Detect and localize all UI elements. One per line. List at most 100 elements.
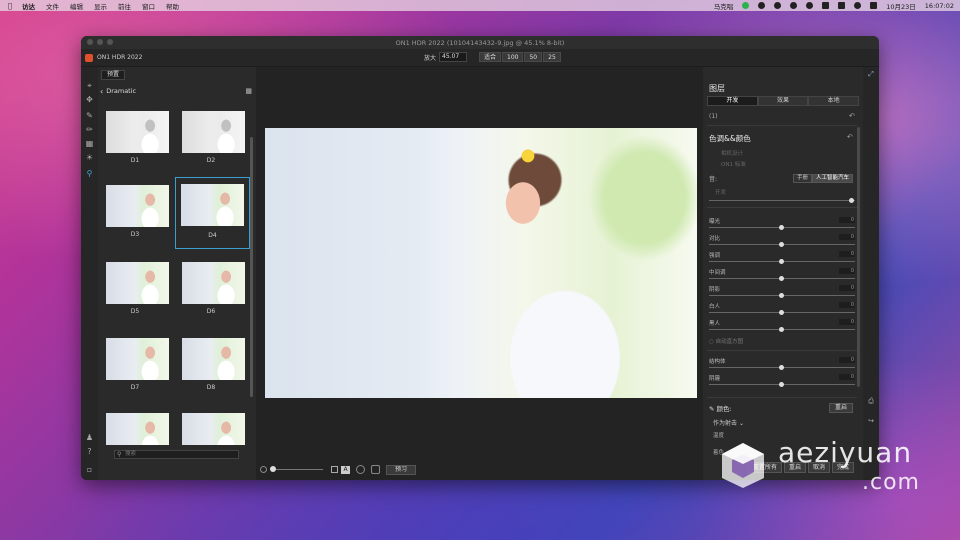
slider-value[interactable]: 0 — [839, 285, 855, 291]
slider-knob[interactable] — [779, 327, 784, 332]
user-icon[interactable]: ♟ — [85, 433, 94, 442]
chat-icon[interactable] — [806, 2, 814, 9]
zoom-tool-icon[interactable]: ⚲ — [85, 169, 94, 178]
input-method-label[interactable]: 马克唱 — [714, 1, 734, 11]
mask-brush-icon[interactable]: ✏ — [85, 125, 94, 134]
tab-effects[interactable]: 效果 — [757, 96, 809, 106]
slider-knob[interactable] — [779, 382, 784, 387]
gradient-icon[interactable]: ▦ — [85, 139, 94, 148]
grid-view-icon[interactable]: ▦ — [245, 87, 252, 95]
slider-value[interactable]: 0 — [839, 268, 855, 274]
move-icon[interactable]: ✥ — [85, 95, 94, 104]
bluetooth-icon[interactable] — [822, 2, 830, 9]
tab-develop[interactable]: 开发 — [707, 96, 758, 106]
slider-track[interactable] — [709, 200, 855, 201]
slider-value[interactable]: 0 — [839, 234, 855, 240]
right-icon-strip: ⤢ ⎙ ↪ — [863, 67, 879, 480]
slider-value[interactable]: 0 — [839, 374, 855, 380]
image-canvas[interactable]: A 预习 — [256, 67, 703, 480]
preset-search-input[interactable]: ⚲ 搜索 — [114, 450, 239, 459]
compare-circle-icon[interactable] — [260, 466, 267, 473]
menu-file[interactable]: 文件 — [46, 1, 59, 11]
pause-icon[interactable] — [774, 2, 782, 9]
square-icon[interactable] — [331, 466, 338, 473]
menu-go[interactable]: 前往 — [118, 1, 131, 11]
white-balance-select[interactable]: 作为射击 ⌄ — [713, 418, 744, 427]
auto-box-icon[interactable]: A — [341, 465, 350, 474]
preset-thumb-d3[interactable]: D3 — [100, 181, 170, 253]
zoom-field[interactable]: 45.07 — [439, 52, 468, 62]
preset-thumb-d7[interactable]: D7 — [100, 334, 170, 406]
back-chevron-icon[interactable]: ‹ — [100, 87, 103, 96]
print-icon[interactable]: ⎙ — [867, 397, 875, 405]
help-icon[interactable]: ? — [85, 447, 94, 456]
preset-thumb-d4[interactable]: D4 — [175, 177, 250, 249]
expand-icon[interactable]: ⤢ — [867, 70, 875, 78]
slider-value[interactable]: 0 — [839, 251, 855, 257]
preset-thumb-d5[interactable]: D5 — [100, 258, 170, 330]
slider-knob[interactable] — [849, 198, 854, 203]
slider-value[interactable]: 0 — [839, 357, 855, 363]
preview-button[interactable]: 预习 — [386, 464, 417, 475]
crop-icon[interactable]: ⌖ — [85, 81, 94, 90]
section-reset-icon[interactable]: ↶ — [847, 133, 853, 141]
reset-icon[interactable]: ↶ — [849, 112, 855, 120]
eyedropper-icon[interactable]: ✎ — [709, 405, 714, 413]
presets-scrollbar[interactable] — [250, 137, 253, 397]
preset-category-title[interactable]: Dramatic — [106, 87, 136, 95]
notification-icon[interactable] — [790, 2, 798, 9]
mode-manual-button[interactable]: 手册 — [793, 174, 813, 183]
cloud-icon[interactable] — [758, 2, 766, 9]
menubar-date[interactable]: 10月23日 — [886, 1, 916, 11]
presets-tab[interactable]: 预置 — [101, 70, 126, 80]
view-slider[interactable] — [270, 466, 323, 472]
apple-icon[interactable]:  — [6, 2, 14, 10]
menubar-time[interactable]: 16:07:02 — [925, 2, 954, 10]
close-window-button[interactable] — [87, 39, 93, 45]
sound-icon[interactable] — [838, 2, 846, 9]
retouch-icon[interactable]: ☀ — [85, 153, 94, 162]
develop-scrollbar[interactable] — [857, 127, 860, 387]
zoom-100-button[interactable]: 100 — [502, 52, 524, 62]
slider-knob[interactable] — [779, 259, 784, 264]
mask-view-icon[interactable] — [356, 465, 365, 474]
preset-thumb-partial[interactable] — [100, 409, 170, 445]
control-center-icon[interactable] — [870, 2, 878, 9]
preset-thumb-d6[interactable]: D6 — [176, 258, 246, 330]
menu-edit[interactable]: 编辑 — [70, 1, 83, 11]
share-icon[interactable]: ↪ — [867, 417, 875, 425]
preset-thumb-d8[interactable]: D8 — [176, 334, 246, 406]
slider-knob[interactable] — [779, 225, 784, 230]
edited-photo[interactable] — [265, 128, 697, 398]
preset-thumb-d2[interactable]: D2 — [176, 107, 246, 179]
wifi-icon[interactable] — [854, 2, 862, 9]
fit-button[interactable]: 适合 — [479, 52, 502, 62]
menu-help[interactable]: 帮助 — [166, 1, 179, 11]
wechat-status-icon[interactable] — [742, 2, 750, 9]
minimize-window-button[interactable] — [97, 39, 103, 45]
slider-value[interactable]: 0 — [839, 302, 855, 308]
slider-knob[interactable] — [779, 293, 784, 298]
menu-window[interactable]: 窗口 — [142, 1, 155, 11]
zoom-25-button[interactable]: 25 — [543, 52, 561, 62]
mode-ai-auto-button[interactable]: 人工智能汽车 — [812, 174, 854, 183]
zoom-50-button[interactable]: 50 — [524, 52, 543, 62]
auto-histogram-row[interactable]: ○ 自动直方图 — [709, 337, 743, 345]
slider-knob[interactable] — [779, 242, 784, 247]
compare-icon[interactable] — [371, 465, 380, 474]
slider-value[interactable]: 0 — [839, 319, 855, 325]
tab-local[interactable]: 本地 — [808, 96, 860, 106]
slider-knob[interactable] — [779, 276, 784, 281]
slider-knob[interactable] — [779, 310, 784, 315]
zoom-window-button[interactable] — [107, 39, 113, 45]
panel-toggle-icon[interactable]: ▫ — [85, 465, 94, 474]
preset-thumb-partial[interactable] — [176, 409, 246, 445]
preset-thumb-d1[interactable]: D1 — [100, 107, 170, 179]
color-reset-button[interactable]: 重启 — [828, 403, 853, 413]
menu-view[interactable]: 显示 — [94, 1, 107, 11]
brush-icon[interactable]: ✎ — [85, 111, 94, 120]
slider-knob[interactable] — [779, 365, 784, 370]
slider-value[interactable]: 0 — [839, 217, 855, 223]
tone-color-section-title[interactable]: 色调&&颜色 — [709, 133, 751, 144]
menu-finder[interactable]: 访达 — [22, 1, 35, 11]
